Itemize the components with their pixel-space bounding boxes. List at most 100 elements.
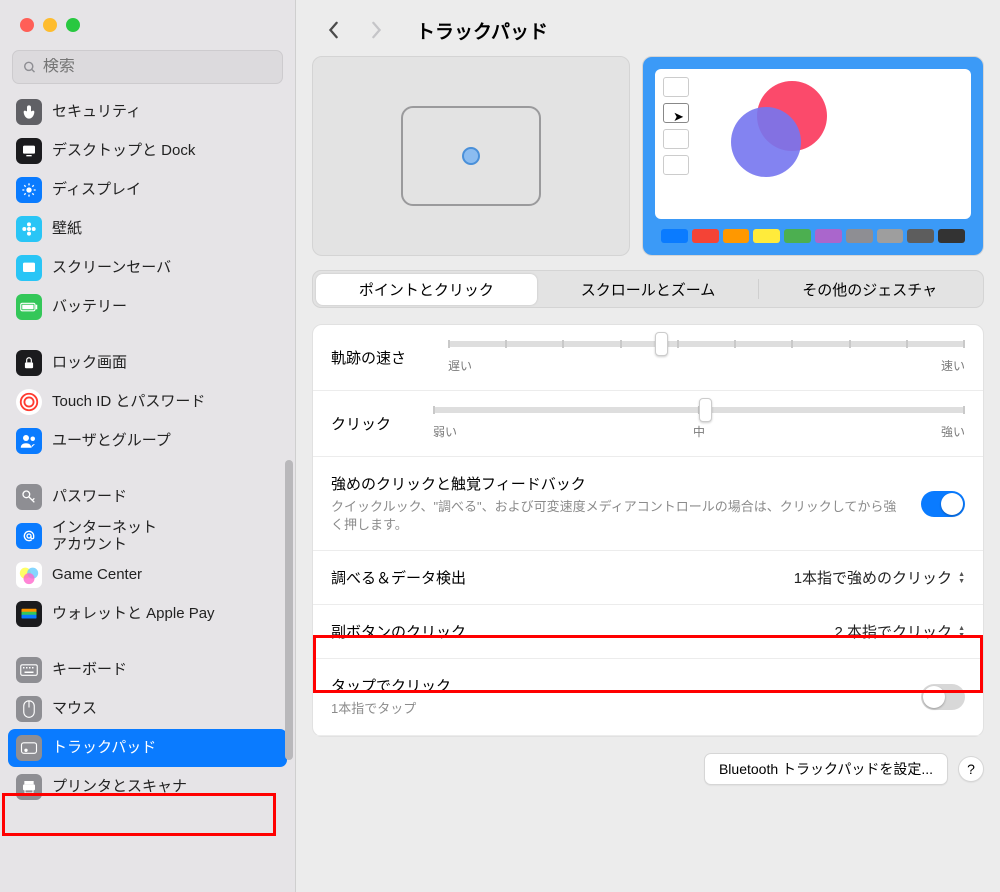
row-label: 軌跡の速さ — [331, 347, 406, 368]
sidebar-item-keyboard[interactable]: キーボード — [8, 651, 287, 689]
sidebar-item-key[interactable]: パスワード — [8, 478, 287, 516]
lock-icon — [16, 350, 42, 376]
sidebar-nav: セキュリティデスクトップと Dock ディスプレイ壁紙スクリーンセーババッテリーロ… — [0, 92, 295, 892]
trackpad-outline-icon — [401, 106, 541, 206]
updown-icon: ▲▼ — [958, 625, 965, 639]
tap-to-click-toggle[interactable] — [921, 684, 965, 710]
search-icon — [23, 60, 37, 75]
printer-icon — [16, 774, 42, 800]
touchid-icon — [16, 389, 42, 415]
sidebar-item-label: バッテリー — [52, 298, 127, 315]
screensaver-icon — [16, 255, 42, 281]
updown-icon: ▲▼ — [958, 571, 965, 585]
sidebar-item-screensaver[interactable]: スクリーンセーバ — [8, 249, 287, 287]
row-label: 強めのクリックと触覚フィードバック — [331, 473, 909, 494]
tab-2[interactable]: その他のジェスチャ — [759, 274, 980, 305]
chevron-left-icon — [327, 21, 341, 39]
titlebar: トラックパッド — [296, 0, 1000, 56]
sidebar-item-touchid[interactable]: Touch ID とパスワード — [8, 383, 287, 421]
sidebar-item-wallet[interactable]: ウォレットと Apple Pay — [8, 595, 287, 633]
gesture-demo: ➤ — [642, 56, 984, 256]
settings-card: 軌跡の速さ 遅い 速い クリック — [312, 324, 984, 737]
sidebar-item-label: マウス — [52, 700, 97, 717]
sidebar-item-label: Game Center — [52, 566, 142, 583]
row-label: タップでクリック — [331, 675, 909, 696]
row-click-strength: クリック 弱い 中 強い — [313, 391, 983, 457]
forward-button[interactable] — [362, 16, 390, 44]
lookup-select[interactable]: 1本指で強めのクリック ▲▼ — [794, 567, 965, 588]
secondary-click-select[interactable]: 2 本指でクリック ▲▼ — [835, 621, 965, 642]
sidebar-item-label: ロック画面 — [52, 354, 127, 371]
finger-dot-icon — [462, 147, 480, 165]
sidebar-item-gamecenter[interactable]: Game Center — [8, 556, 287, 594]
scrollbar-thumb[interactable] — [285, 460, 293, 760]
sidebar-item-flower[interactable]: 壁紙 — [8, 210, 287, 248]
back-button[interactable] — [320, 16, 348, 44]
wallet-icon — [16, 601, 42, 627]
sidebar-item-users[interactable]: ユーザとグループ — [8, 422, 287, 460]
minimize-window-button[interactable] — [43, 18, 57, 32]
sidebar-item-label: ディスプレイ — [52, 181, 141, 198]
sidebar-item-display[interactable]: ディスプレイ — [8, 171, 287, 209]
sidebar-item-label: ウォレットと Apple Pay — [52, 605, 215, 622]
hand-icon — [16, 99, 42, 125]
row-label: クリック — [331, 413, 391, 434]
footer: Bluetooth トラックパッドを設定... ? — [296, 737, 1000, 785]
sidebar-item-label: Touch ID とパスワード — [52, 393, 205, 410]
tracking-speed-slider[interactable]: 遅い 速い — [448, 341, 965, 374]
row-tracking-speed: 軌跡の速さ 遅い 速い — [313, 325, 983, 391]
sidebar-item-lock[interactable]: ロック画面 — [8, 344, 287, 382]
row-force-click: 強めのクリックと触覚フィードバック クイックルック、"調べる"、および可変速度メ… — [313, 457, 983, 551]
sidebar-item-mouse[interactable]: マウス — [8, 690, 287, 728]
row-lookup: 調べる＆データ検出 1本指で強めのクリック ▲▼ — [313, 551, 983, 605]
row-label: 副ボタンのクリック — [331, 621, 823, 642]
sidebar-item-at[interactable]: インターネット アカウント — [8, 517, 287, 555]
row-sublabel: 1本指でタップ — [331, 700, 909, 718]
preview-row: ➤ — [296, 56, 1000, 270]
row-label: 調べる＆データ検出 — [331, 567, 782, 588]
sidebar-item-label: トラックパッド — [52, 739, 156, 756]
desktop-icon — [16, 138, 42, 164]
sidebar-item-desktop[interactable]: デスクトップと Dock — [8, 132, 287, 170]
tabs: ポイントとクリックスクロールとズームその他のジェスチャ — [312, 270, 984, 308]
search-input[interactable] — [43, 58, 272, 76]
sidebar-item-trackpad[interactable]: トラックパッド — [8, 729, 287, 767]
main-content: トラックパッド ➤ ポイントとクリックスクロールとズームその他のジェスチャ — [296, 0, 1000, 892]
sidebar-item-label: 壁紙 — [52, 220, 82, 237]
gamecenter-icon — [16, 562, 42, 588]
window: セキュリティデスクトップと Dock ディスプレイ壁紙スクリーンセーババッテリーロ… — [0, 0, 1000, 892]
trackpad-icon — [16, 735, 42, 761]
sidebar-item-label: キーボード — [52, 661, 127, 678]
battery-icon — [16, 294, 42, 320]
close-window-button[interactable] — [20, 18, 34, 32]
sidebar-item-label: スクリーンセーバ — [52, 259, 171, 276]
search-field[interactable] — [12, 50, 283, 84]
key-icon — [16, 484, 42, 510]
sidebar-item-label: ユーザとグループ — [52, 432, 171, 449]
sidebar-item-battery[interactable]: バッテリー — [8, 288, 287, 326]
force-click-toggle[interactable] — [921, 491, 965, 517]
bluetooth-setup-button[interactable]: Bluetooth トラックパッドを設定... — [704, 753, 948, 785]
users-icon — [16, 428, 42, 454]
row-sublabel: クイックルック、"調べる"、および可変速度メディアコントロールの場合は、クリック… — [331, 498, 909, 534]
cursor-icon: ➤ — [673, 109, 684, 125]
tab-0[interactable]: ポイントとクリック — [316, 274, 537, 305]
page-title: トラックパッド — [416, 17, 548, 44]
tab-1[interactable]: スクロールとズーム — [538, 274, 759, 305]
sidebar-item-label: プリンタとスキャナ — [52, 778, 187, 795]
sidebar-item-printer[interactable]: プリンタとスキャナ — [8, 768, 287, 806]
keyboard-icon — [16, 657, 42, 683]
zoom-window-button[interactable] — [66, 18, 80, 32]
window-controls — [0, 0, 295, 32]
help-button[interactable]: ? — [958, 756, 984, 782]
row-tap-to-click: タップでクリック 1本指でタップ — [313, 659, 983, 735]
row-secondary-click: 副ボタンのクリック 2 本指でクリック ▲▼ — [313, 605, 983, 659]
at-icon — [16, 523, 42, 549]
sidebar-item-label: デスクトップと Dock — [52, 142, 195, 159]
sidebar-item-hand[interactable]: セキュリティ — [8, 93, 287, 131]
sidebar: セキュリティデスクトップと Dock ディスプレイ壁紙スクリーンセーババッテリーロ… — [0, 0, 296, 892]
display-icon — [16, 177, 42, 203]
mouse-icon — [16, 696, 42, 722]
click-strength-slider[interactable]: 弱い 中 強い — [433, 407, 965, 440]
sidebar-item-label: パスワード — [52, 488, 127, 505]
